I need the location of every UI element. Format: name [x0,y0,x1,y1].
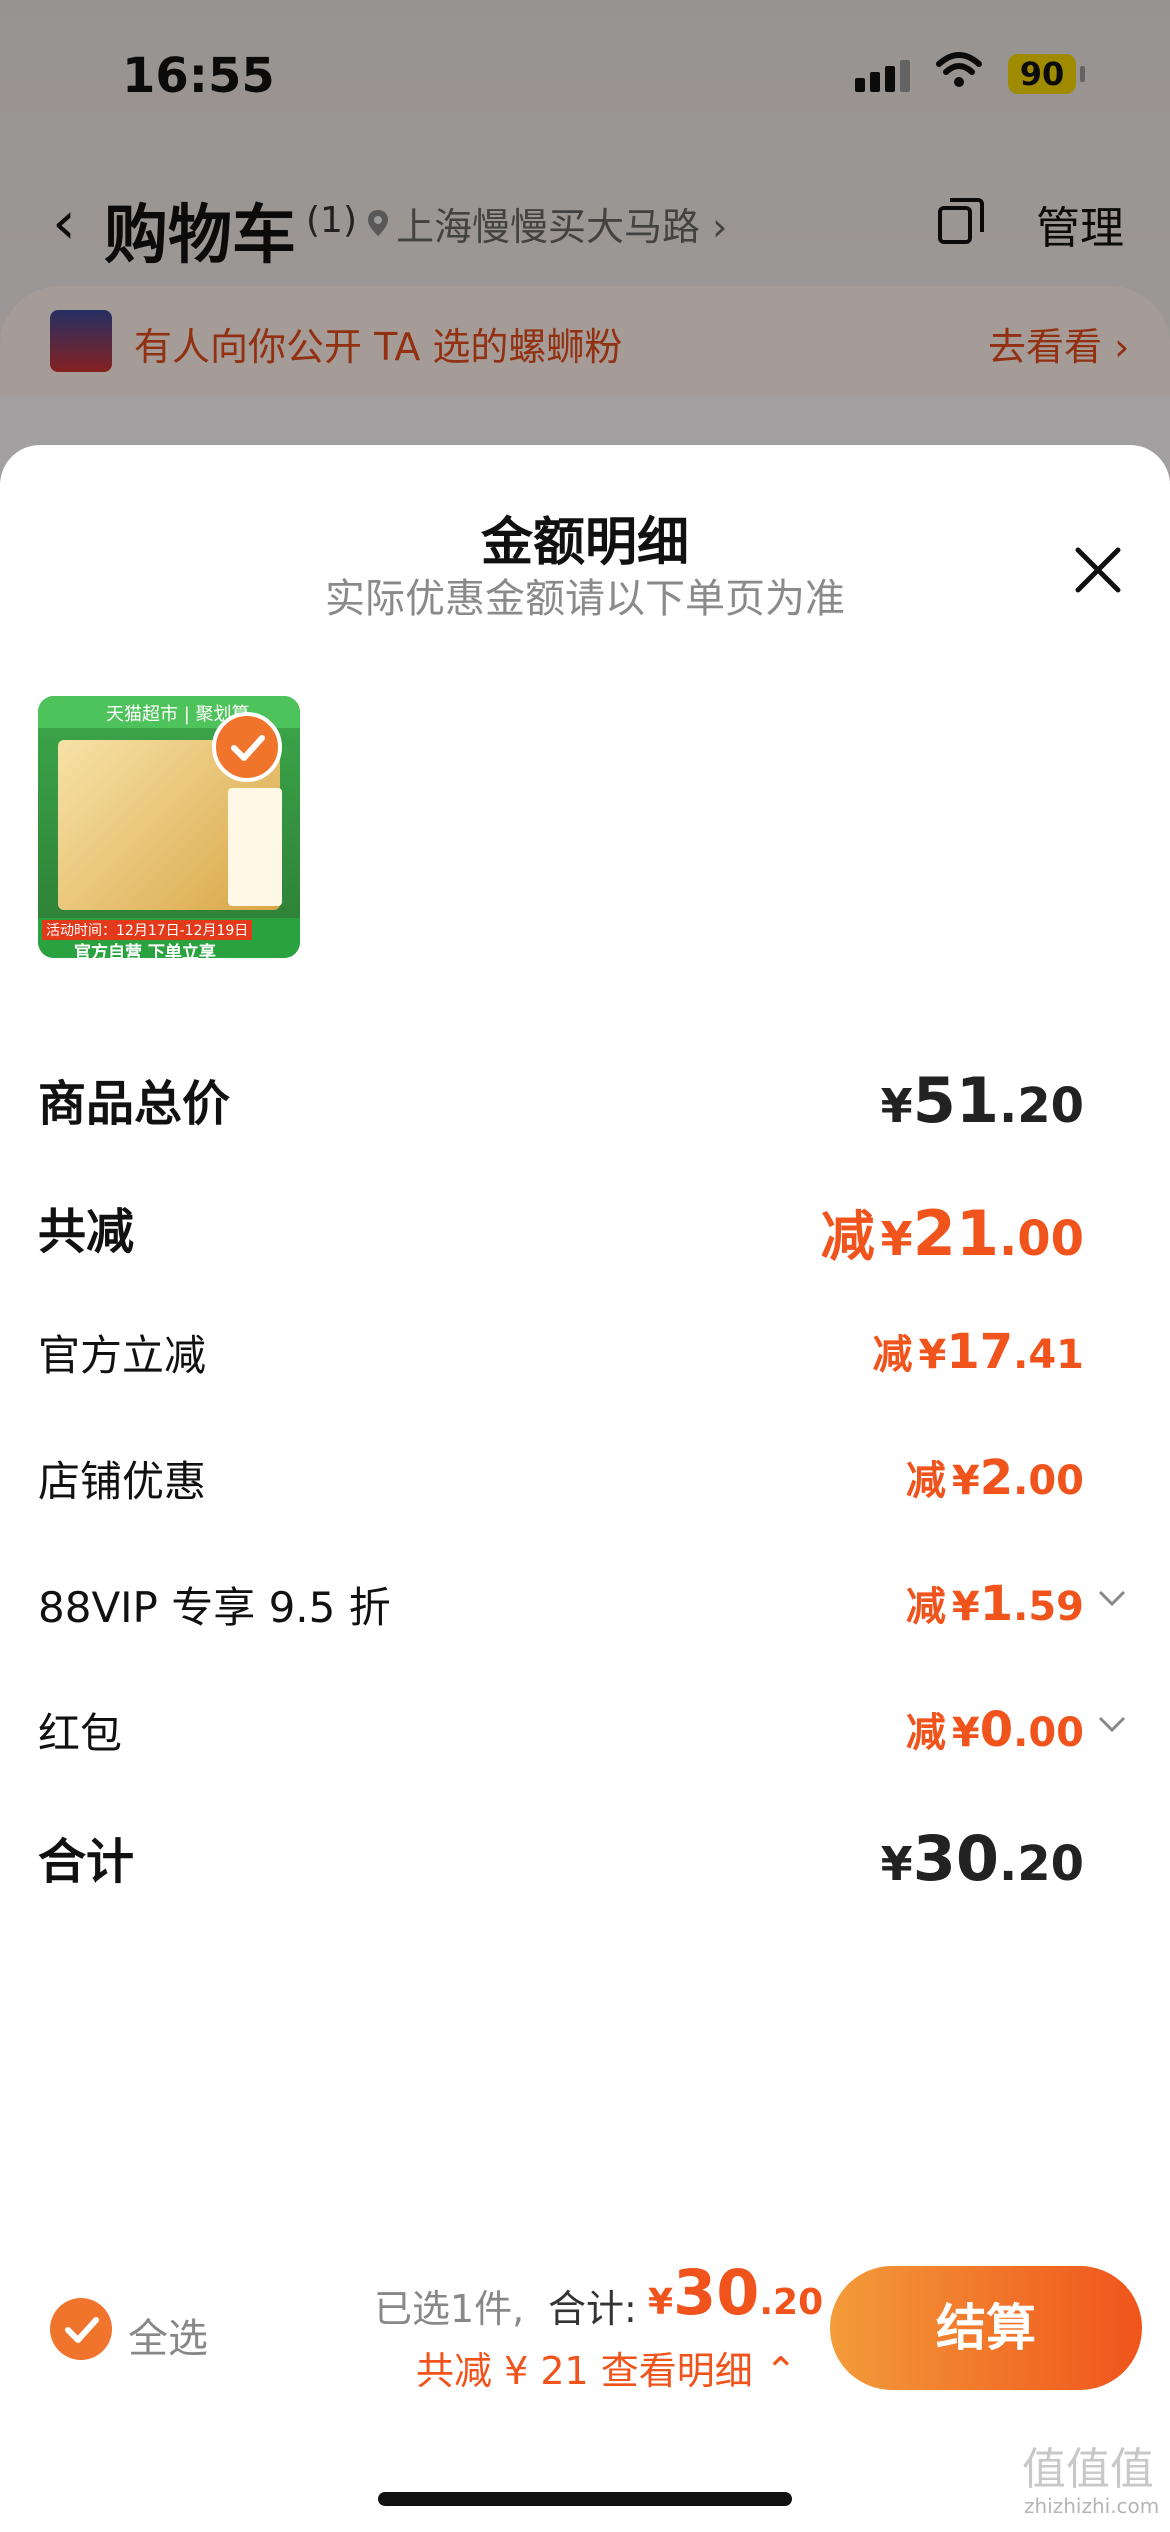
row-label: 店铺优惠 [38,1457,207,1506]
chevron-down-icon[interactable] [1094,1580,1130,1616]
product-thumbnail[interactable]: 天猫超市 | 聚划算 活动时间：12月17日-12月19日 官方自营 下单立享 [38,696,300,958]
row-store-discount: 店铺优惠 减 ¥2.00 [38,1448,1132,1528]
row-88vip-discount[interactable]: 88VIP 专享 9.5 折 减 ¥1.59 [38,1574,1132,1654]
sheet-subtitle: 实际优惠金额请以下单页为准 [325,576,845,622]
row-label: 商品总价 [38,1076,231,1132]
row-total: 合计 ¥30.20 [38,1822,1132,1902]
row-value: ¥30.20 [880,1822,1084,1895]
row-label: 官方立减 [38,1331,207,1380]
row-label: 共减 [38,1204,135,1260]
row-value: 减 ¥0.00 [905,1702,1084,1758]
watermark-glyph-icon: 值值值 [1022,2444,1154,2495]
product-promo-time: 活动时间：12月17日-12月19日 [42,920,253,940]
row-value: 减 ¥17.41 [872,1324,1085,1380]
watermark-url: zhizhizhi.com [1024,2494,1160,2518]
watermark-logo: 值值值 zhizhizhi.com [1018,2440,1168,2530]
checkout-button[interactable]: 结算 [830,2266,1142,2390]
product-carton-image [228,788,282,906]
row-subtotal: 商品总价 ¥51.20 [38,1064,1132,1144]
product-footer-strip: 活动时间：12月17日-12月19日 官方自营 下单立享 [38,918,300,958]
total-label: 合计: [548,2287,637,2331]
select-all-label[interactable]: 全选 [128,2306,208,2364]
selected-count: 已选1件, [374,2287,525,2331]
view-detail-link[interactable]: 共减 ¥ 21 查看明细 ⌃ [416,2340,797,2395]
home-indicator [378,2492,792,2506]
row-label: 合计 [38,1834,135,1890]
select-all-checkbox[interactable] [50,2298,112,2360]
svg-text:值值值: 值值值 [1022,2444,1154,2495]
total-price: ¥30.20 [648,2256,824,2329]
product-footer-text: 官方自营 下单立享 [74,943,216,958]
product-selected-check-icon[interactable] [212,712,282,782]
sheet-title: 金额明细 [480,513,689,573]
row-red-packet[interactable]: 红包 减 ¥0.00 [38,1700,1132,1780]
row-value: 减 ¥2.00 [905,1450,1084,1506]
row-value: 减 ¥21.00 [820,1197,1084,1270]
row-label: 88VIP 专享 9.5 折 [38,1583,391,1632]
row-value: ¥51.20 [880,1064,1084,1137]
row-total-discount: 共减 减 ¥21.00 [38,1192,1132,1272]
chevron-down-icon[interactable] [1094,1706,1130,1742]
row-value: 减 ¥1.59 [905,1576,1084,1632]
row-official-discount: 官方立减 减 ¥17.41 [38,1322,1132,1402]
row-label: 红包 [38,1709,123,1758]
close-icon[interactable] [1068,540,1128,600]
